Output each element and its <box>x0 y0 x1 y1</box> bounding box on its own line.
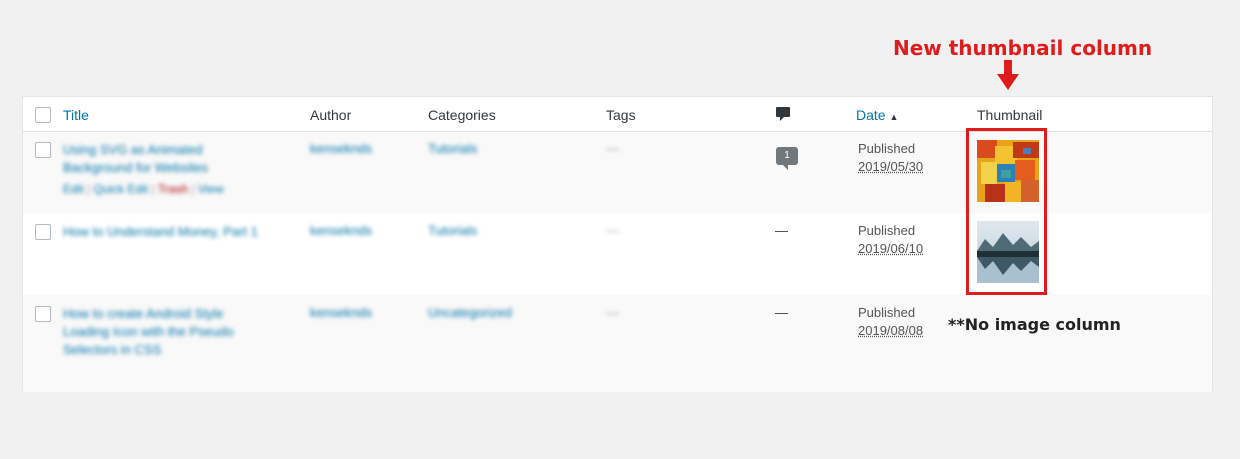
separator: | <box>151 182 155 196</box>
post-date-value: 2019/08/08 <box>858 323 924 338</box>
comment-count: — <box>775 305 788 320</box>
annotation-title: New thumbnail column <box>893 36 1153 60</box>
author-link[interactable]: kenseknds <box>310 223 372 238</box>
separator: | <box>191 182 195 196</box>
tags-value: — <box>606 223 619 238</box>
row-checkbox[interactable] <box>35 142 51 158</box>
tags-value: — <box>606 305 619 320</box>
post-status: Published <box>858 305 916 320</box>
table-row: How to create Android Style Loading Icon… <box>23 295 1212 392</box>
post-date: Published 2019/08/08 <box>858 304 923 340</box>
category-link[interactable]: Tutorials <box>428 223 477 238</box>
no-image-note: **No image column <box>948 315 1121 334</box>
comment-icon[interactable] <box>775 106 791 122</box>
post-date: Published 2019/06/10 <box>858 222 923 258</box>
post-date-value: 2019/05/30 <box>858 159 924 174</box>
column-thumbnail-header: Thumbnail <box>977 107 1043 123</box>
tags-value: — <box>606 141 619 156</box>
post-title-link[interactable]: How to create Android Style Loading Icon… <box>63 305 263 359</box>
post-title-link[interactable]: How to Understand Money, Part 1 <box>63 223 293 241</box>
date-header-label: Date <box>856 107 886 123</box>
column-categories-header: Categories <box>428 107 496 123</box>
table-header: Title Author Categories Tags Date ▲ Thum… <box>23 97 1212 132</box>
arrow-down-icon <box>997 60 1019 90</box>
row-checkbox[interactable] <box>35 224 51 240</box>
category-link[interactable]: Uncategorized <box>428 305 512 320</box>
comment-count: — <box>775 223 788 238</box>
select-all-checkbox[interactable] <box>35 107 51 123</box>
post-status: Published <box>858 223 916 238</box>
column-tags-header: Tags <box>606 107 636 123</box>
quick-edit-link[interactable]: Quick Edit <box>94 182 149 196</box>
column-title-header[interactable]: Title <box>63 107 89 123</box>
author-link[interactable]: kenseknds <box>310 305 372 320</box>
post-date-value: 2019/06/10 <box>858 241 924 256</box>
separator: | <box>87 182 91 196</box>
view-link[interactable]: View <box>198 182 224 196</box>
row-actions: Edit | Quick Edit | Trash | View <box>63 182 224 196</box>
author-link[interactable]: kenseknds <box>310 141 372 156</box>
comment-count-bubble[interactable]: 1 <box>776 147 798 170</box>
post-title-link[interactable]: Using SVG as Animated Background for Web… <box>63 141 263 177</box>
post-date: Published 2019/05/30 <box>858 140 923 176</box>
column-date-header[interactable]: Date ▲ <box>856 107 898 123</box>
thumbnail-highlight-box <box>966 128 1047 295</box>
post-status: Published <box>858 141 916 156</box>
sort-ascending-icon: ▲ <box>889 112 899 122</box>
edit-link[interactable]: Edit <box>63 182 84 196</box>
category-link[interactable]: Tutorials <box>428 141 477 156</box>
column-author-header: Author <box>310 107 352 123</box>
row-checkbox[interactable] <box>35 306 51 322</box>
trash-link[interactable]: Trash <box>158 182 188 196</box>
